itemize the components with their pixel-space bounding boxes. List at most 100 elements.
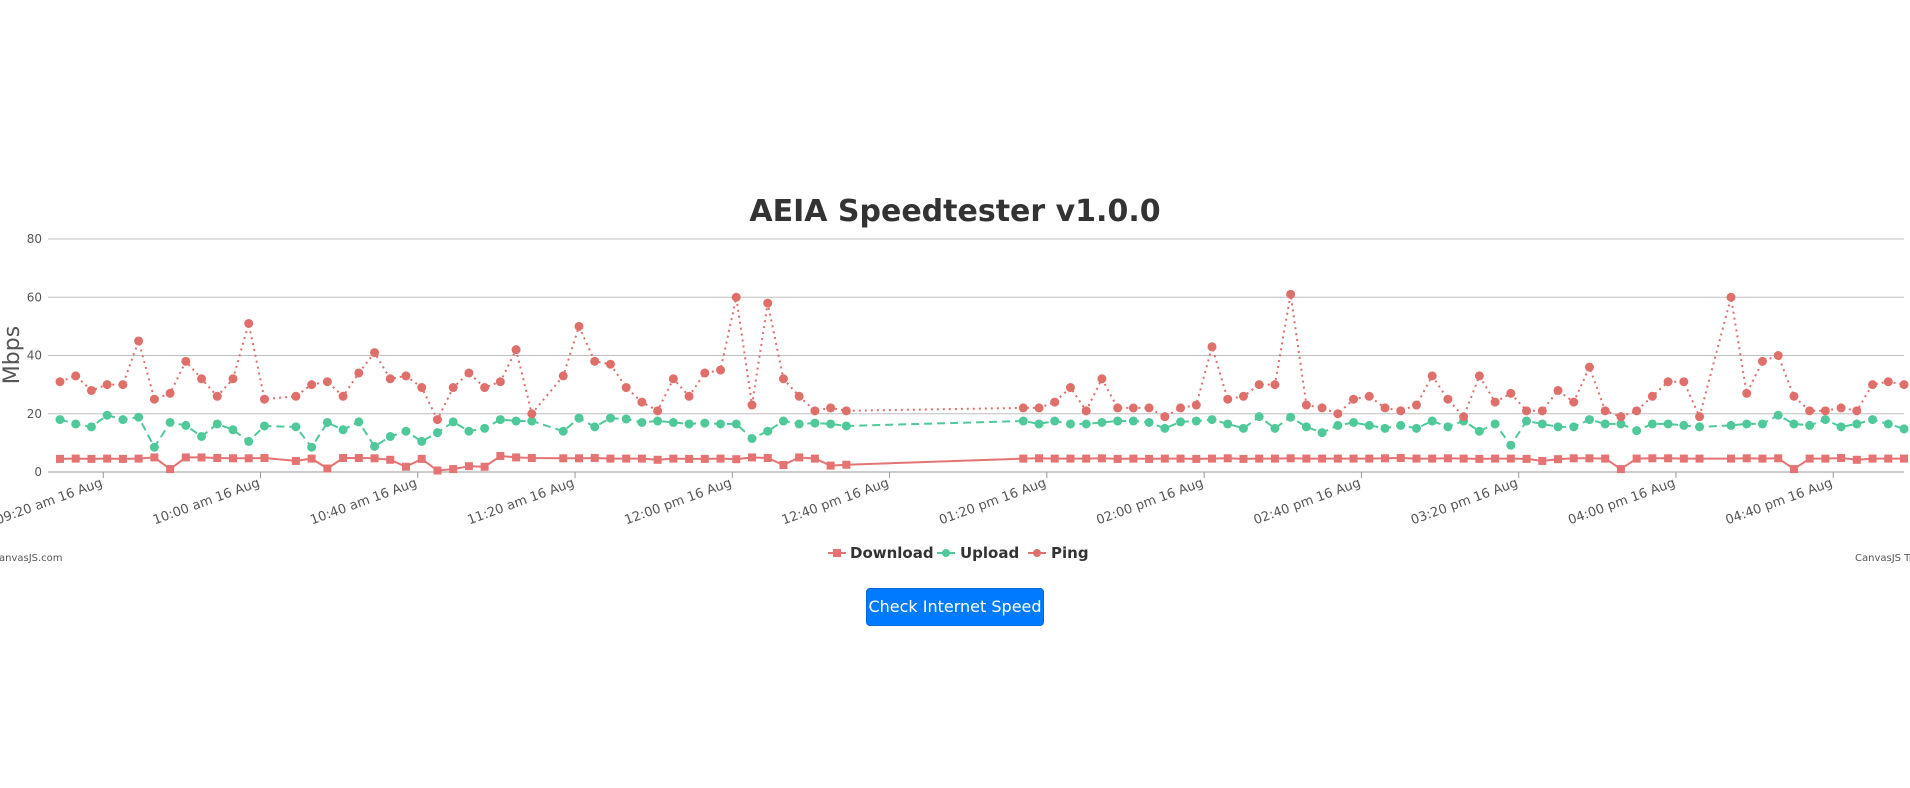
data-point-download[interactable]: [622, 454, 631, 463]
data-point-upload[interactable]: [464, 426, 474, 436]
data-point-download[interactable]: [464, 462, 473, 471]
data-point-ping[interactable]: [558, 371, 568, 381]
data-point-ping[interactable]: [841, 406, 851, 416]
data-point-ping[interactable]: [118, 380, 128, 390]
data-point-upload[interactable]: [165, 417, 175, 427]
data-point-ping[interactable]: [1616, 412, 1626, 422]
data-point-ping[interactable]: [1805, 406, 1815, 416]
data-point-upload[interactable]: [495, 415, 505, 425]
data-point-download[interactable]: [1491, 454, 1500, 463]
data-point-upload[interactable]: [1537, 419, 1547, 429]
data-point-upload[interactable]: [385, 431, 395, 441]
data-point-download[interactable]: [323, 464, 332, 473]
data-point-upload[interactable]: [653, 416, 663, 426]
data-point-download[interactable]: [1664, 454, 1673, 463]
data-point-ping[interactable]: [1396, 406, 1406, 416]
data-point-ping[interactable]: [1128, 403, 1138, 413]
data-point-download[interactable]: [1900, 454, 1908, 463]
data-point-download[interactable]: [1821, 454, 1830, 463]
data-point-upload[interactable]: [1333, 420, 1343, 430]
data-point-download[interactable]: [810, 454, 819, 463]
data-point-download[interactable]: [1302, 454, 1311, 463]
data-point-download[interactable]: [1837, 454, 1846, 463]
data-point-download[interactable]: [1145, 454, 1154, 463]
data-point-upload[interactable]: [291, 422, 301, 432]
data-point-ping[interactable]: [1207, 342, 1217, 352]
data-point-upload[interactable]: [511, 416, 521, 426]
data-point-upload[interactable]: [307, 442, 317, 452]
data-point-ping[interactable]: [71, 371, 81, 381]
data-point-upload[interactable]: [1160, 423, 1170, 433]
data-point-ping[interactable]: [1789, 391, 1799, 401]
data-point-ping[interactable]: [259, 394, 269, 404]
data-point-upload[interactable]: [102, 410, 112, 420]
data-point-download[interactable]: [779, 461, 788, 470]
data-point-ping[interactable]: [1883, 377, 1893, 387]
data-point-ping[interactable]: [1742, 388, 1752, 398]
data-point-download[interactable]: [826, 461, 835, 470]
data-point-upload[interactable]: [86, 422, 96, 432]
data-point-ping[interactable]: [464, 368, 474, 378]
data-point-ping[interactable]: [1034, 403, 1044, 413]
data-point-download[interactable]: [606, 454, 615, 463]
data-point-upload[interactable]: [1254, 412, 1264, 422]
data-point-upload[interactable]: [1207, 415, 1217, 425]
data-point-ping[interactable]: [291, 391, 301, 401]
data-point-ping[interactable]: [1820, 406, 1830, 416]
data-point-ping[interactable]: [1427, 371, 1437, 381]
data-point-ping[interactable]: [181, 356, 191, 366]
data-point-upload[interactable]: [1474, 426, 1484, 436]
data-point-ping[interactable]: [1726, 292, 1736, 302]
data-point-upload[interactable]: [1050, 416, 1060, 426]
data-point-upload[interactable]: [1647, 419, 1657, 429]
data-point-upload[interactable]: [354, 417, 364, 427]
data-point-upload[interactable]: [1836, 422, 1846, 432]
data-point-upload[interactable]: [212, 419, 222, 429]
data-point-upload[interactable]: [71, 419, 81, 429]
data-point-upload[interactable]: [1522, 416, 1532, 426]
data-point-download[interactable]: [653, 455, 662, 464]
data-point-download[interactable]: [512, 453, 521, 462]
data-point-ping[interactable]: [826, 403, 836, 413]
data-point-ping[interactable]: [102, 380, 112, 390]
data-point-download[interactable]: [574, 454, 583, 463]
data-point-download[interactable]: [134, 454, 143, 463]
data-point-ping[interactable]: [307, 380, 317, 390]
data-point-ping[interactable]: [700, 368, 710, 378]
data-point-download[interactable]: [433, 466, 442, 475]
data-point-ping[interactable]: [338, 391, 348, 401]
data-point-upload[interactable]: [338, 425, 348, 435]
data-point-upload[interactable]: [401, 426, 411, 436]
data-point-download[interactable]: [1459, 454, 1468, 463]
check-internet-speed-button[interactable]: Check Internet Speed: [866, 588, 1044, 626]
data-point-download[interactable]: [1428, 454, 1437, 463]
data-point-upload[interactable]: [1569, 422, 1579, 432]
data-point-upload[interactable]: [1128, 416, 1138, 426]
data-point-upload[interactable]: [621, 414, 631, 424]
data-point-upload[interactable]: [118, 415, 128, 425]
data-point-upload[interactable]: [1805, 420, 1815, 430]
credit-left[interactable]: CanvasJS.com: [0, 553, 63, 564]
data-point-upload[interactable]: [1757, 419, 1767, 429]
data-point-ping[interactable]: [1569, 397, 1579, 407]
data-point-upload[interactable]: [244, 436, 254, 446]
data-point-upload[interactable]: [1097, 417, 1107, 427]
data-point-download[interactable]: [795, 453, 804, 462]
data-point-download[interactable]: [1538, 456, 1547, 465]
data-point-download[interactable]: [1192, 454, 1201, 463]
data-point-ping[interactable]: [432, 415, 442, 425]
data-point-ping[interactable]: [1474, 371, 1484, 381]
data-point-upload[interactable]: [370, 441, 380, 451]
data-point-ping[interactable]: [212, 391, 222, 401]
data-point-download[interactable]: [1601, 454, 1610, 463]
data-point-ping[interactable]: [794, 391, 804, 401]
data-point-upload[interactable]: [322, 417, 332, 427]
data-point-download[interactable]: [559, 454, 568, 463]
data-point-upload[interactable]: [810, 418, 820, 428]
data-point-ping[interactable]: [1176, 403, 1186, 413]
data-point-upload[interactable]: [1191, 416, 1201, 426]
data-point-ping[interactable]: [1317, 403, 1327, 413]
data-point-ping[interactable]: [590, 356, 600, 366]
data-point-ping[interactable]: [527, 409, 537, 419]
data-point-ping[interactable]: [1301, 400, 1311, 410]
